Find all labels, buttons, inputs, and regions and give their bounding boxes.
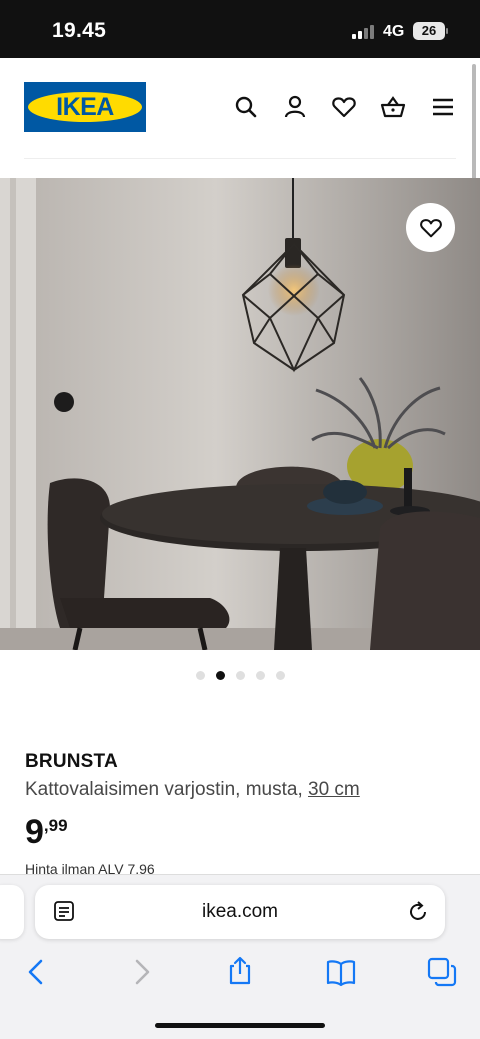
site-header: IKEA bbox=[0, 58, 480, 159]
share-icon[interactable] bbox=[225, 955, 255, 985]
heart-icon[interactable] bbox=[331, 94, 357, 120]
status-bar: 19.45 4G 26 bbox=[0, 0, 480, 58]
product-image[interactable] bbox=[0, 178, 480, 650]
menu-icon[interactable] bbox=[430, 94, 456, 120]
ikea-logo[interactable]: IKEA bbox=[24, 82, 146, 132]
price-excl-vat: Hinta ilman ALV 7,96 bbox=[25, 861, 155, 875]
carousel-dot[interactable] bbox=[275, 671, 285, 680]
bookmarks-icon[interactable] bbox=[326, 957, 356, 987]
battery-tip bbox=[446, 28, 448, 34]
product-size-link[interactable]: 30 cm bbox=[308, 779, 360, 800]
carousel-dots bbox=[0, 671, 480, 683]
home-indicator bbox=[155, 1023, 325, 1028]
price-decimals: ,99 bbox=[43, 816, 68, 835]
account-icon[interactable] bbox=[282, 94, 308, 120]
search-icon[interactable] bbox=[233, 94, 259, 120]
product-description: Kattovalaisimen varjostin, musta, 30 cm bbox=[25, 779, 360, 801]
forward-icon[interactable] bbox=[126, 957, 156, 987]
product-photo bbox=[0, 178, 480, 650]
url-text[interactable]: ikea.com bbox=[35, 901, 445, 923]
browser-toolbar: ikea.com bbox=[0, 874, 480, 1039]
product-name: BRUNSTA bbox=[25, 751, 118, 772]
signal-icon bbox=[352, 25, 376, 39]
carousel-dot[interactable] bbox=[195, 671, 205, 680]
carousel-dot[interactable] bbox=[255, 671, 265, 680]
logo-text: IKEA bbox=[56, 92, 114, 121]
back-icon[interactable] bbox=[22, 957, 52, 987]
header-divider bbox=[24, 158, 456, 159]
logo-oval: IKEA bbox=[28, 92, 142, 122]
price-integer: 9 bbox=[25, 813, 44, 851]
address-bar[interactable]: ikea.com bbox=[35, 885, 445, 939]
status-time: 19.45 bbox=[52, 19, 107, 42]
product-price: 9,99 bbox=[25, 813, 68, 852]
network-label: 4G bbox=[383, 23, 405, 40]
product-description-text: Kattovalaisimen varjostin, musta, bbox=[25, 779, 303, 800]
battery-icon: 26 bbox=[413, 22, 445, 40]
tabs-icon[interactable] bbox=[427, 957, 457, 987]
reload-icon[interactable] bbox=[405, 899, 431, 925]
favourite-button[interactable] bbox=[406, 203, 455, 252]
carousel-dot[interactable] bbox=[235, 671, 245, 680]
favourite-icon bbox=[419, 218, 442, 237]
basket-icon[interactable] bbox=[380, 94, 406, 120]
carousel-dot-active[interactable] bbox=[215, 671, 225, 680]
previous-tab-preview[interactable] bbox=[0, 885, 24, 939]
